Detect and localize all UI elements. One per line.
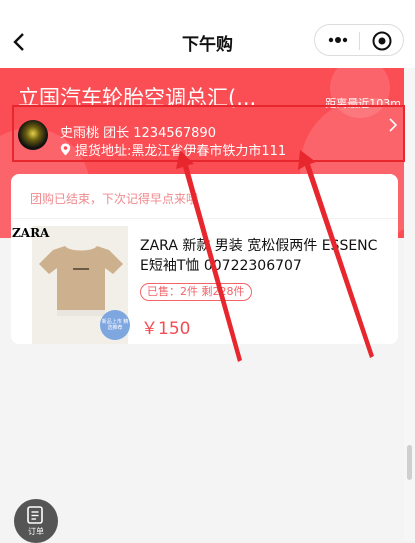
annotation-highlight-box [12, 105, 405, 162]
order-button[interactable]: 订单 [14, 499, 58, 543]
mini-program-capsule [314, 24, 404, 56]
product-title[interactable]: ZARA 新款 男装 宽松假两件 ESSENCE短袖T恤 00722306707 [140, 236, 385, 276]
sold-count-tag: 已售：2件 剩228件 [140, 283, 252, 301]
order-button-label: 订单 [28, 527, 44, 536]
more-dots-icon[interactable] [327, 30, 349, 50]
tshirt-image [39, 246, 123, 316]
scrollbar-thumb[interactable] [407, 445, 412, 480]
brand-logo: ZARA [12, 226, 50, 240]
card-divider [11, 218, 398, 219]
top-nav-bar: 下午购 [0, 0, 415, 68]
group-ended-notice: 团购已结束，下次记得早点来哦 [30, 192, 199, 206]
promo-badge: 新品上市 精选推荐 [100, 310, 130, 340]
target-close-icon[interactable] [371, 30, 393, 52]
order-list-icon [27, 506, 43, 524]
product-price: ￥150 [141, 319, 191, 339]
capsule-divider [359, 32, 360, 50]
